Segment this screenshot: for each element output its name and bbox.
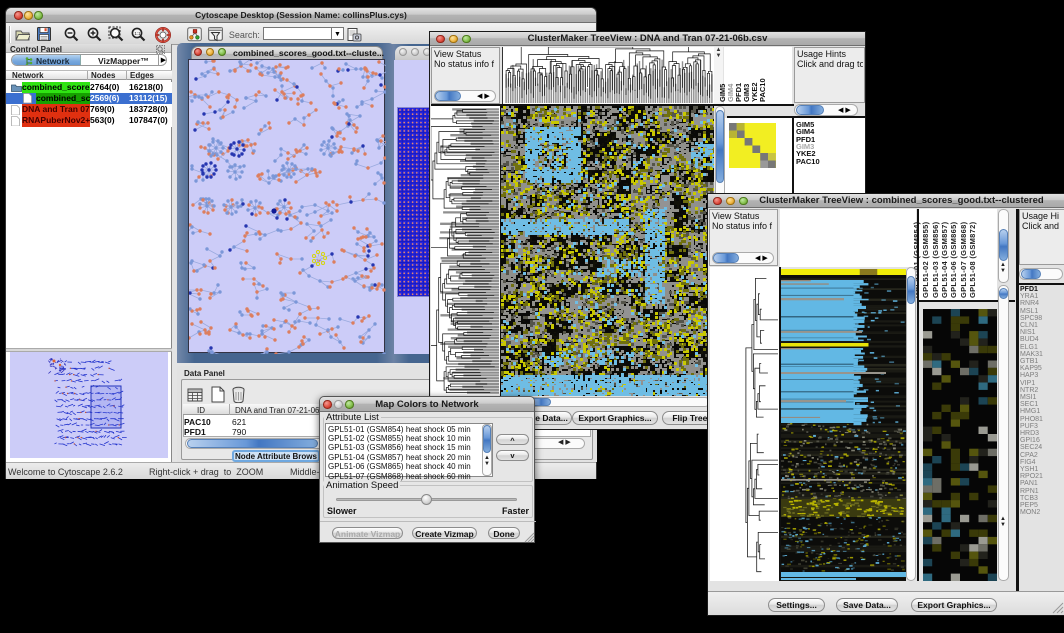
svg-text:1:1: 1:1 [135,31,142,36]
